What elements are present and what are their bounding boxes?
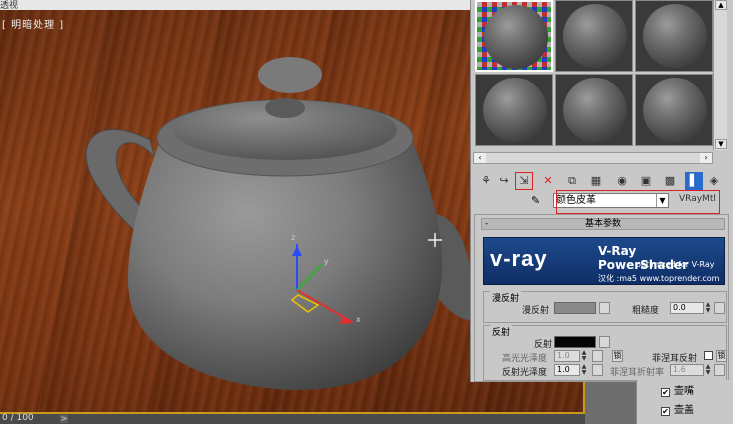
basic-params-rollout: - 基本参数 v-ray V-Ray PowerShader optimized… <box>474 214 729 382</box>
fresnel-ior-input[interactable]: 1.6 <box>670 364 704 376</box>
show-end-result-icon[interactable]: ▩ <box>661 172 679 190</box>
diffuse-group: 漫反射 漫反射 粗糙度 0.0 ▲ ▼ <box>483 291 727 323</box>
object-part-list: ✔ 壶嘴 ✔ 壶盖 <box>636 380 733 424</box>
hilight-lock-button[interactable]: 锁 <box>612 350 623 362</box>
material-slot-3[interactable] <box>635 0 713 72</box>
vray-banner: v-ray V-Ray PowerShader optimized for V-… <box>483 237 725 285</box>
rollout-header[interactable]: - 基本参数 <box>481 218 725 230</box>
material-slot-2[interactable] <box>555 0 633 72</box>
reflection-color-swatch[interactable] <box>554 336 596 348</box>
slots-horizontal-scrollbar[interactable]: ‹ › <box>473 152 713 164</box>
put-to-library-icon[interactable]: ▦ <box>587 172 605 190</box>
reflection-label: 反射 <box>534 340 553 350</box>
fresnel-lock-button[interactable]: 锁 <box>716 350 727 362</box>
gizmo-axis-y: y <box>324 257 329 266</box>
refl-gloss-label: 反射光泽度 <box>502 368 548 378</box>
assign-to-selection-icon[interactable]: ⇲ <box>515 172 533 190</box>
get-material-icon[interactable]: ⚘ <box>477 172 495 190</box>
pick-from-object-icon[interactable]: ✎ <box>531 194 545 208</box>
material-slots <box>473 0 713 150</box>
material-slot-6[interactable] <box>635 74 713 146</box>
reflection-map-button[interactable] <box>599 336 610 348</box>
reflection-group: 反射 反射 高光光泽度 1.0 ▲ ▼ 锁 菲涅耳反射 锁 反射光泽度 1.0 ▲… <box>483 325 727 381</box>
collapse-icon: - <box>485 219 489 229</box>
list-item-label: 壶盖 <box>674 405 694 416</box>
hilight-gloss-spinner-icon[interactable]: ▲ ▼ <box>580 350 588 362</box>
fresnel-ior-spinner-icon[interactable]: ▲ ▼ <box>704 364 712 376</box>
list-item-label: 壶嘴 <box>674 386 694 397</box>
material-slot-1[interactable] <box>475 0 553 72</box>
reset-map-icon[interactable]: ✕ <box>539 172 557 190</box>
refl-gloss-input[interactable]: 1.0 <box>554 364 580 376</box>
go-forward-icon[interactable]: ◈ <box>705 172 723 190</box>
lid-checkbox[interactable]: ✔ <box>661 407 670 416</box>
viewport-title: 透视 <box>0 1 19 11</box>
put-to-scene-icon[interactable]: ↪ <box>495 172 513 190</box>
rollout-title: 基本参数 <box>584 219 621 229</box>
slots-vertical-scrollbar[interactable]: ▲ ▼ <box>713 0 727 150</box>
make-unique-icon[interactable]: ⧉ <box>563 172 581 190</box>
roughness-label: 粗糙度 <box>632 306 660 316</box>
diffuse-map-button[interactable] <box>599 302 610 314</box>
gizmo-axis-z: z <box>291 233 295 242</box>
go-to-parent-icon[interactable]: ▌ <box>685 172 703 190</box>
highlight-box <box>556 190 720 214</box>
gizmo-axis-x: x <box>356 315 361 324</box>
viewport-label[interactable]: [ 明暗处理 ] <box>2 16 64 31</box>
hilight-gloss-input[interactable]: 1.0 <box>554 350 580 362</box>
vray-logo: v-ray <box>490 246 548 271</box>
scroll-up-icon[interactable]: ▲ <box>715 0 727 10</box>
refl-gloss-spinner-icon[interactable]: ▲ ▼ <box>580 364 588 376</box>
banner-credit: 汉化 :ma5 www.toprender.com <box>598 274 720 283</box>
scroll-right-icon[interactable]: › <box>700 153 712 163</box>
refl-gloss-map-button[interactable] <box>592 364 603 376</box>
diffuse-label: 漫反射 <box>522 306 550 316</box>
roughness-map-button[interactable] <box>714 302 725 314</box>
hilight-gloss-map-button[interactable] <box>592 350 603 362</box>
list-item[interactable]: ✔ 壶盖 <box>661 401 694 416</box>
time-slider-next-button[interactable]: > <box>60 415 68 423</box>
diffuse-color-swatch[interactable] <box>554 302 596 314</box>
scroll-left-icon[interactable]: ‹ <box>474 153 486 163</box>
scroll-down-icon[interactable]: ▼ <box>715 139 727 149</box>
teapot-knob <box>258 57 322 93</box>
roughness-input[interactable]: 0.0 <box>670 302 704 314</box>
app-root: z x y 透视 [ 明暗处理 ] 0 / 100 > ▲ ▼ ‹ › ⚘ ↪ … <box>0 0 733 424</box>
fresnel-ior-map-button[interactable] <box>714 364 725 376</box>
fresnel-checkbox[interactable] <box>704 351 713 360</box>
roughness-spinner-icon[interactable]: ▲ ▼ <box>704 302 712 314</box>
hilight-gloss-label: 高光光泽度 <box>502 354 548 364</box>
spout-checkbox[interactable]: ✔ <box>661 388 670 397</box>
material-slot-4[interactable] <box>475 74 553 146</box>
material-toolbar: ⚘ ↪ ⇲ ✕ ⧉ ▦ ◉ ▣ ▩ ▌ ◈ <box>473 170 733 192</box>
reflection-group-title: 反射 <box>490 325 513 338</box>
diffuse-group-title: 漫反射 <box>490 291 522 304</box>
banner-subtitle: optimized for V-Ray <box>636 260 715 269</box>
timeline-bar: 0 / 100 > <box>0 413 585 424</box>
fresnel-label: 菲涅耳反射 <box>652 354 698 364</box>
frame-counter: 0 / 100 <box>2 413 34 423</box>
material-slot-5[interactable] <box>555 74 633 146</box>
material-id-icon[interactable]: ◉ <box>613 172 631 190</box>
fresnel-ior-label: 菲涅耳折射率 <box>610 368 665 378</box>
show-map-icon[interactable]: ▣ <box>637 172 655 190</box>
list-item[interactable]: ✔ 壶嘴 <box>661 382 694 397</box>
